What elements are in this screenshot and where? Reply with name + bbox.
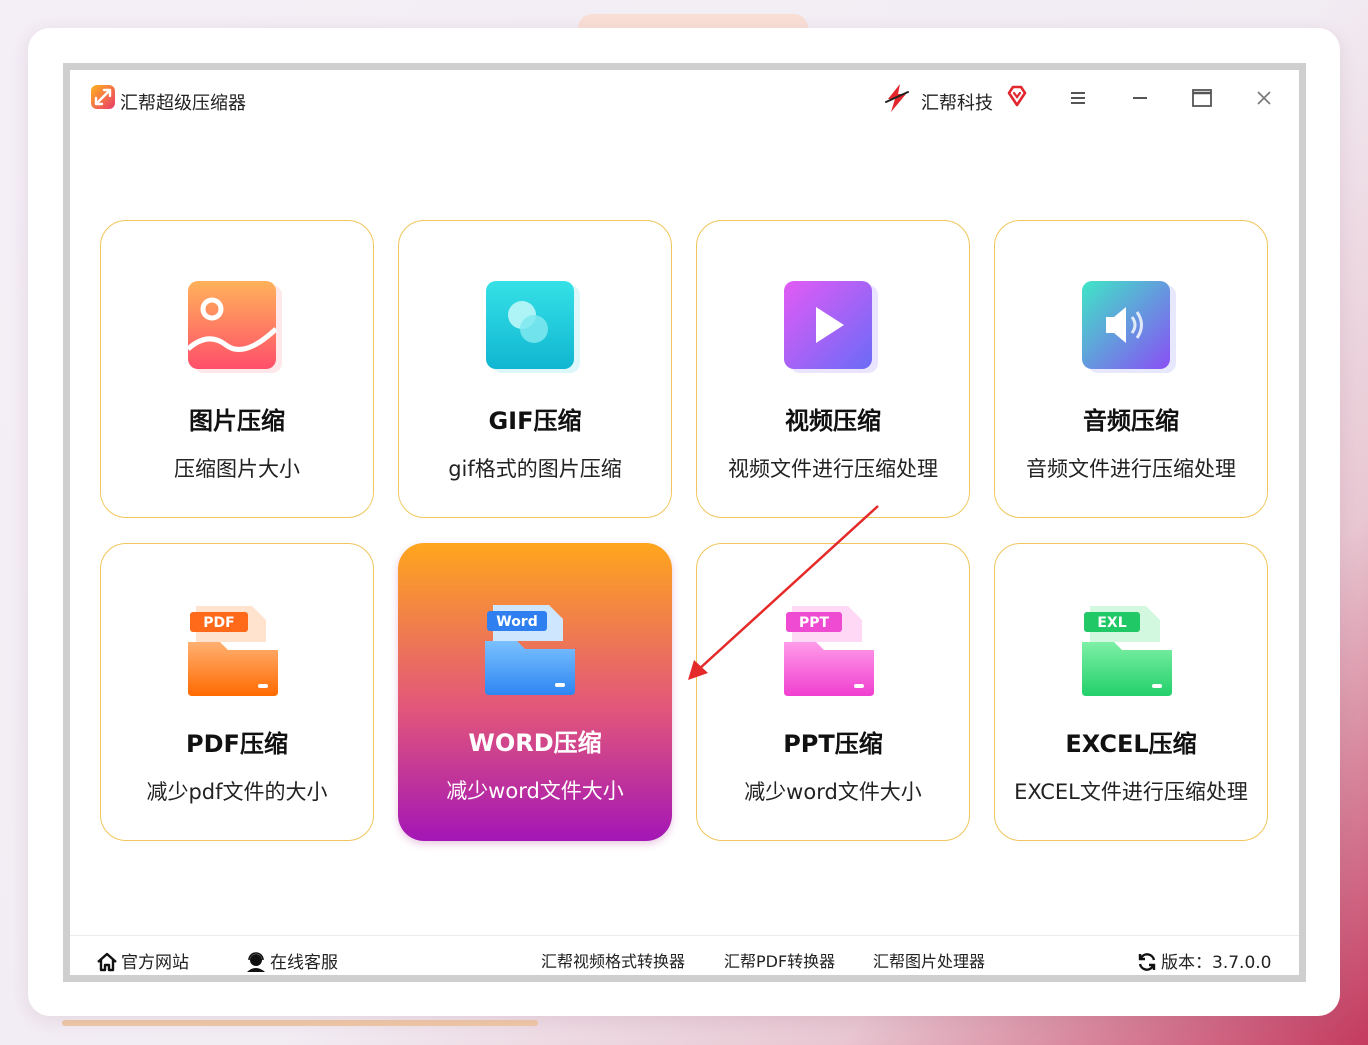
excel-folder-icon: EXL	[1082, 606, 1172, 696]
tool-title: 音频压缩	[1083, 407, 1179, 435]
footer-bar: 官方网站 在线客服 汇帮视频格式转换器 汇帮PDF转换器 汇帮图片处理器 版本：…	[70, 935, 1299, 982]
footer-link-image-processor[interactable]: 汇帮图片处理器	[873, 948, 985, 972]
app-logo-icon	[91, 85, 115, 109]
online-support-link[interactable]: 在线客服	[245, 948, 338, 973]
tool-card-word[interactable]: Word WORD压缩 减少word文件大小	[398, 543, 672, 841]
online-support-label: 在线客服	[270, 953, 338, 973]
tool-title: EXCEL压缩	[1065, 730, 1197, 758]
refresh-icon	[1138, 953, 1156, 971]
footer-link-video-converter[interactable]: 汇帮视频格式转换器	[541, 948, 685, 972]
vip-diamond-icon[interactable]	[1005, 84, 1029, 108]
title-bar: 汇帮超级压缩器 汇帮科技	[70, 70, 1299, 130]
ppt-folder-icon: PPT	[784, 606, 874, 696]
tool-card-image[interactable]: 图片压缩 压缩图片大小	[100, 220, 374, 518]
tool-card-video[interactable]: 视频压缩 视频文件进行压缩处理	[696, 220, 970, 518]
gif-icon	[486, 281, 580, 373]
version-label: 版本：3.7.0.0	[1161, 953, 1272, 973]
folder-badge: Word	[496, 614, 538, 630]
close-icon[interactable]	[1252, 86, 1276, 110]
app-window: 汇帮超级压缩器 汇帮科技 图片压缩 压缩图片大小 GIF压缩 gif格式的图片压…	[63, 63, 1306, 982]
version-info[interactable]: 版本：3.7.0.0	[1136, 948, 1271, 973]
tool-card-ppt[interactable]: PPT PPT压缩 减少word文件大小	[696, 543, 970, 841]
maximize-icon[interactable]	[1190, 86, 1214, 110]
menu-icon[interactable]	[1066, 86, 1090, 110]
folder-badge: PDF	[203, 615, 234, 631]
brand-name: 汇帮科技	[921, 93, 993, 114]
tool-title: PDF压缩	[186, 730, 288, 758]
speaker-icon	[1082, 281, 1176, 373]
tool-card-pdf[interactable]: PDF PDF压缩 减少pdf文件的大小	[100, 543, 374, 841]
brand-logo-icon	[885, 84, 909, 112]
tool-card-gif[interactable]: GIF压缩 gif格式的图片压缩	[398, 220, 672, 518]
home-icon	[97, 952, 117, 972]
tool-title: 视频压缩	[785, 407, 881, 435]
tool-desc: 视频文件进行压缩处理	[728, 457, 938, 481]
tool-desc: 减少word文件大小	[446, 779, 624, 803]
tool-title: WORD压缩	[468, 729, 602, 757]
tool-title: 图片压缩	[189, 407, 285, 435]
official-website-link[interactable]: 官方网站	[96, 948, 189, 973]
tool-title: PPT压缩	[783, 730, 883, 758]
tool-desc: 减少pdf文件的大小	[146, 780, 328, 804]
tool-desc: 减少word文件大小	[744, 780, 922, 804]
tool-card-excel[interactable]: EXL EXCEL压缩 EXCEL文件进行压缩处理	[994, 543, 1268, 841]
tool-desc: 音频文件进行压缩处理	[1026, 457, 1236, 481]
folder-badge: EXL	[1097, 615, 1126, 631]
support-agent-icon	[247, 952, 265, 972]
official-website-label: 官方网站	[121, 953, 189, 973]
app-title: 汇帮超级压缩器	[120, 93, 246, 114]
footer-link-pdf-converter[interactable]: 汇帮PDF转换器	[724, 948, 835, 972]
minimize-icon[interactable]	[1128, 86, 1152, 110]
tool-desc: gif格式的图片压缩	[448, 457, 622, 481]
tool-desc: 压缩图片大小	[174, 457, 300, 481]
tool-title: GIF压缩	[488, 407, 582, 435]
background-bar	[62, 1020, 538, 1026]
video-play-icon	[784, 281, 878, 373]
folder-badge: PPT	[799, 615, 830, 631]
tool-card-audio[interactable]: 音频压缩 音频文件进行压缩处理	[994, 220, 1268, 518]
word-folder-icon: Word	[485, 605, 575, 695]
tool-desc: EXCEL文件进行压缩处理	[1014, 780, 1248, 804]
pdf-folder-icon: PDF	[188, 606, 278, 696]
annotation-arrow	[688, 505, 879, 680]
image-icon	[186, 281, 282, 373]
